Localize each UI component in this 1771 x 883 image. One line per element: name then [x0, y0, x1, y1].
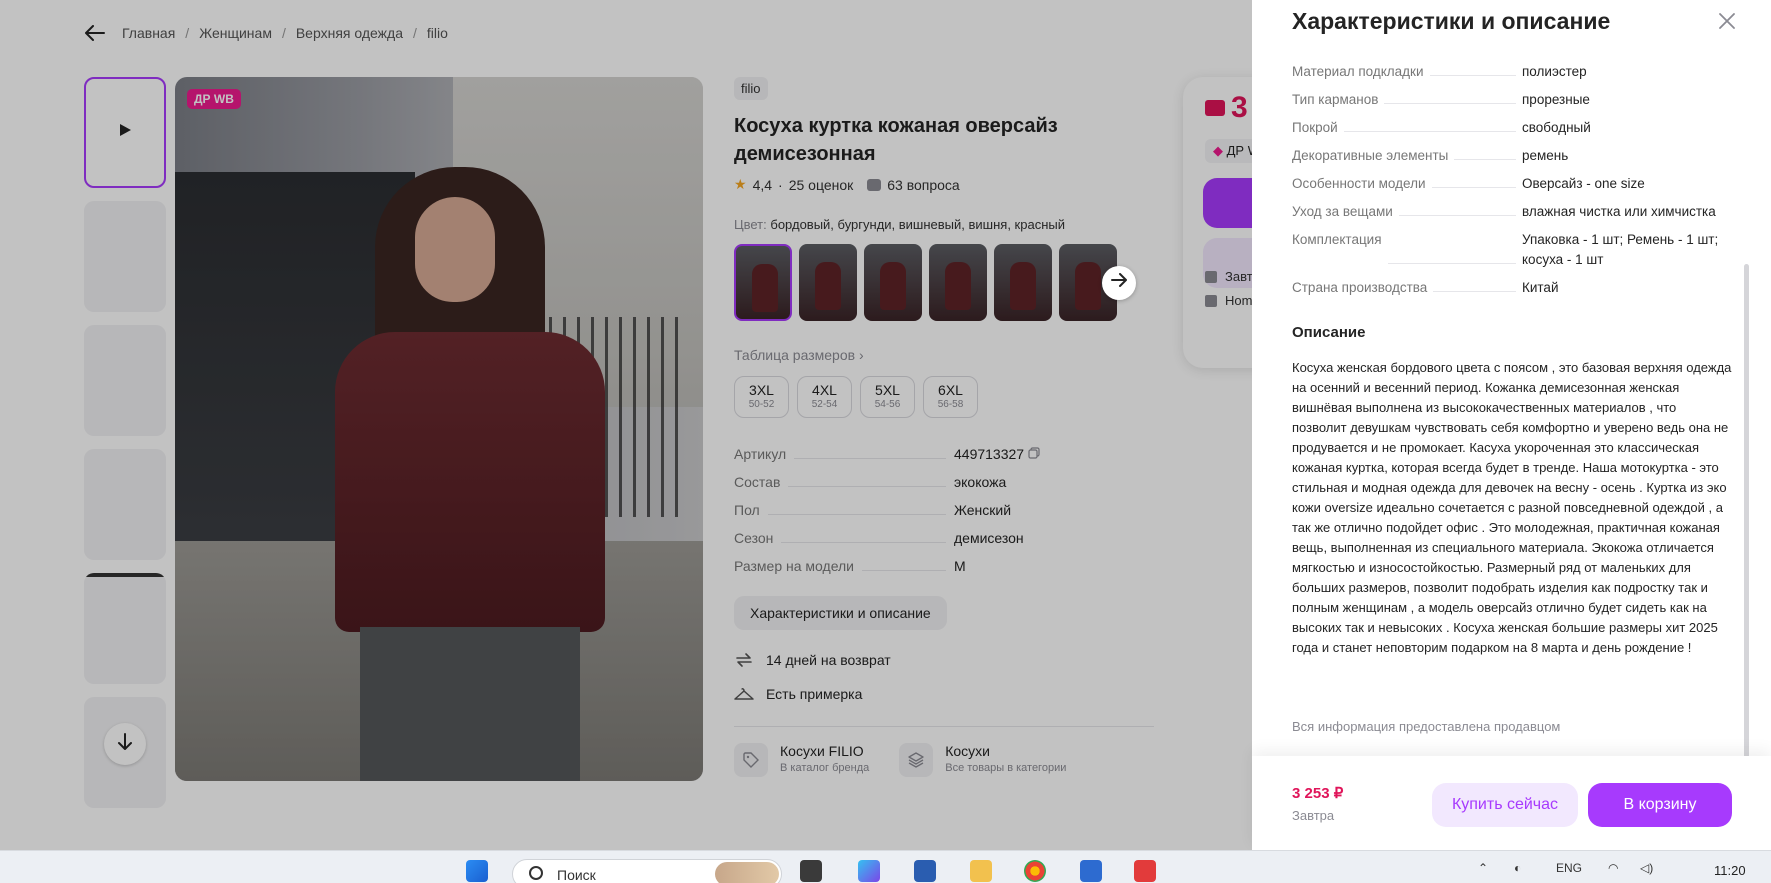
search-highlight-image: [715, 862, 779, 883]
store-icon[interactable]: [914, 860, 936, 882]
spec-row: Декоративные элементы ремень: [1292, 146, 1732, 166]
spec-value: ремень: [1522, 148, 1569, 163]
chrome-icon[interactable]: [1024, 860, 1046, 882]
element: Уход за вещами: [1292, 202, 1522, 222]
app-icon[interactable]: [1134, 860, 1156, 882]
spec-key: Декоративные элементы: [1292, 148, 1449, 163]
description-heading: Описание: [1292, 324, 1366, 341]
element: [1384, 84, 1516, 104]
spec-value: свободный: [1522, 120, 1591, 135]
file-explorer-icon[interactable]: [970, 860, 992, 882]
element: [1343, 112, 1516, 132]
volume-icon[interactable]: ◁): [1640, 861, 1653, 875]
panel-scrollbar[interactable]: [1744, 264, 1749, 758]
footer-price: 3 253 ₽: [1292, 785, 1344, 802]
spec-row: Уход за вещами влажная чистка или химчис…: [1292, 202, 1732, 222]
close-icon: [1719, 12, 1735, 34]
characteristics-panel: Характеристики и описание Материал подкл…: [1252, 0, 1771, 850]
description-text: Косуха женская бордового цвета с поясом …: [1292, 360, 1732, 655]
spec-key: Покрой: [1292, 120, 1338, 135]
copilot-icon[interactable]: [858, 860, 880, 882]
element: Страна производства: [1292, 278, 1522, 298]
close-button[interactable]: [1714, 10, 1740, 36]
spec-row: Тип карманов прорезные: [1292, 90, 1732, 110]
clock[interactable]: 11:20: [1714, 863, 1746, 878]
spec-value: Оверсайз - one size: [1522, 176, 1645, 191]
spec-row: Страна производства Китай: [1292, 278, 1732, 298]
spec-row: Материал подкладки полиэстер: [1292, 62, 1732, 82]
wifi-icon[interactable]: ◠: [1608, 861, 1618, 875]
add-to-cart-button[interactable]: В корзину: [1588, 783, 1732, 827]
element: Покрой: [1292, 118, 1522, 138]
element: Тип карманов: [1292, 90, 1522, 110]
element: Материал подкладки: [1292, 62, 1522, 82]
panel-specs: Материал подкладки полиэстер Тип кармано…: [1292, 62, 1732, 306]
buy-now-button[interactable]: Купить сейчас: [1432, 783, 1578, 827]
spec-key: Тип карманов: [1292, 92, 1379, 107]
spec-value: влажная чистка или химчистка: [1522, 204, 1716, 219]
spec-row: Покрой свободный: [1292, 118, 1732, 138]
taskbar-search[interactable]: Поиск: [512, 859, 782, 883]
element: [1433, 272, 1516, 292]
spec-row: Комплектация Упаковка - 1 шт; Ремень - 1…: [1292, 230, 1732, 270]
spec-value: Упаковка - 1 шт; Ремень - 1 шт; косуха -…: [1522, 232, 1719, 267]
spec-key: Особенности модели: [1292, 176, 1426, 191]
element: [1431, 168, 1516, 188]
spec-value: прорезные: [1522, 92, 1590, 107]
seller-info-note: Вся информация предоставлена продавцом: [1292, 719, 1561, 734]
task-view-icon[interactable]: [800, 860, 822, 882]
search-icon: [529, 866, 543, 880]
panel-title: Характеристики и описание: [1292, 8, 1611, 34]
element: Декоративные элементы: [1292, 146, 1522, 166]
panel-scroll-area[interactable]: Материал подкладки полиэстер Тип кармано…: [1252, 56, 1771, 756]
element: [1429, 56, 1516, 76]
spec-key: Страна производства: [1292, 280, 1428, 295]
taskbar: Поиск ⌃ ◐ ENG ◠ ◁) 11:20: [0, 850, 1771, 883]
arrow-right-icon: [1111, 273, 1127, 292]
language-indicator[interactable]: ENG: [1556, 861, 1582, 875]
panel-footer: 3 253 ₽ Завтра Купить сейчас В корзину: [1252, 756, 1771, 850]
element: [1387, 224, 1516, 264]
footer-delivery-date: Завтра: [1292, 808, 1335, 823]
element: [1454, 140, 1516, 160]
spec-value: Китай: [1522, 280, 1559, 295]
element: [1398, 196, 1516, 216]
spec-row: Особенности модели Оверсайз - one size: [1292, 174, 1732, 194]
element: Комплектация: [1292, 230, 1522, 270]
modal-overlay[interactable]: [0, 0, 1252, 850]
spec-value: полиэстер: [1522, 64, 1587, 79]
terminal-icon[interactable]: [1080, 860, 1102, 882]
spec-key: Комплектация: [1292, 232, 1382, 247]
meet-now-icon[interactable]: ◐: [1514, 861, 1521, 875]
swatches-next-button[interactable]: [1102, 265, 1136, 300]
spec-key: Материал подкладки: [1292, 64, 1424, 79]
chevron-up-icon[interactable]: ⌃: [1478, 861, 1488, 875]
search-placeholder: Поиск: [557, 867, 596, 883]
element: Особенности модели: [1292, 174, 1522, 194]
windows-start-icon[interactable]: [466, 860, 488, 882]
spec-key: Уход за вещами: [1292, 204, 1393, 219]
